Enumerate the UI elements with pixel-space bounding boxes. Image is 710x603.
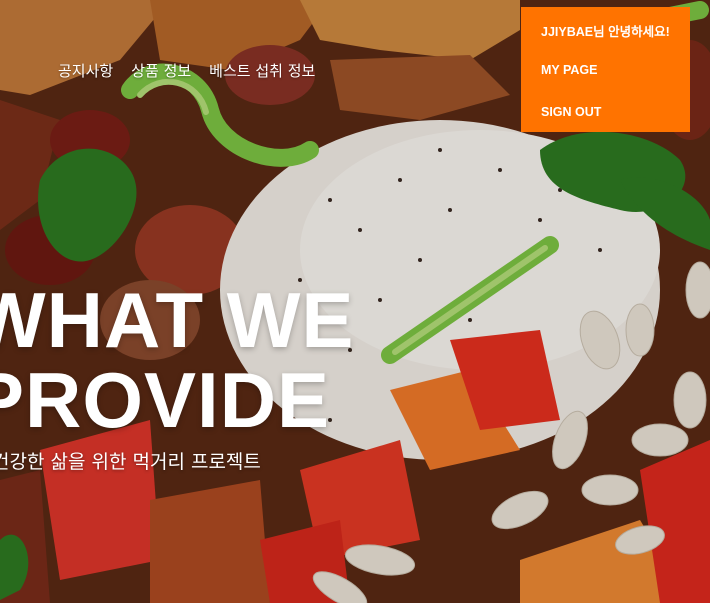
sign-out-link[interactable]: SIGN OUT <box>541 105 601 119</box>
nav-item-notices[interactable]: 공지사항 <box>58 60 113 81</box>
nav-item-product-info[interactable]: 상품 정보 <box>131 60 191 81</box>
user-greeting: JJIYBAE님 안녕하세요! <box>541 25 670 39</box>
hero-title-line-1: WHAT WE <box>0 276 355 364</box>
hero-title: WHAT WE PROVIDE <box>0 280 354 440</box>
hero-title-line-2: PROVIDE <box>0 356 331 444</box>
nav-item-best-intake-info[interactable]: 베스트 섭취 정보 <box>209 60 315 81</box>
hero-subtitle: 건강한 삶을 위한 먹거리 프로젝트 <box>0 451 261 473</box>
hero-section: 공지사항 상품 정보 베스트 섭취 정보 JJIYBAE님 안녕하세요! MY … <box>0 0 710 603</box>
main-nav: 공지사항 상품 정보 베스트 섭취 정보 <box>58 60 315 81</box>
my-page-link[interactable]: MY PAGE <box>541 63 598 77</box>
user-dropdown-menu: JJIYBAE님 안녕하세요! MY PAGE SIGN OUT <box>521 7 690 132</box>
